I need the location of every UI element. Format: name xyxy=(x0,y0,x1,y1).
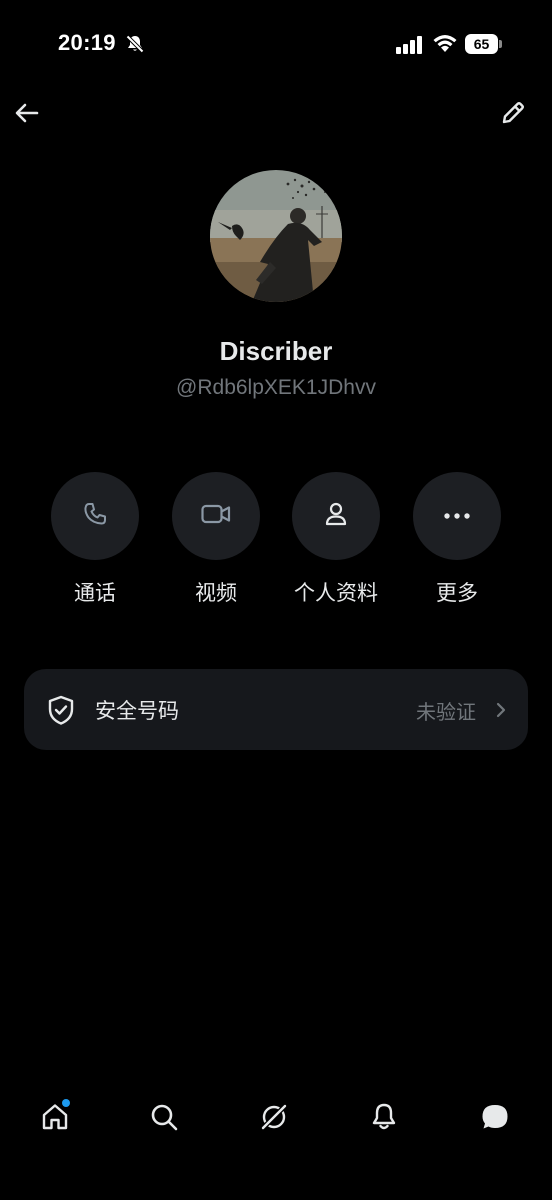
call-button[interactable]: 通话 xyxy=(35,472,155,607)
bottom-nav xyxy=(0,1085,552,1155)
display-name: Discriber xyxy=(219,336,333,366)
cellular-signal-icon xyxy=(396,36,424,54)
nav-search[interactable] xyxy=(144,1099,184,1139)
verification-status: 未验证 xyxy=(416,702,476,724)
search-icon xyxy=(148,1101,180,1138)
battery-level: 65 xyxy=(465,34,498,54)
back-button[interactable] xyxy=(7,95,47,135)
bell-slash-icon xyxy=(125,34,145,54)
video-label: 视频 xyxy=(195,582,237,605)
battery-tip xyxy=(499,40,502,48)
video-camera-icon xyxy=(200,500,232,533)
more-dots-icon xyxy=(443,507,471,525)
more-label: 更多 xyxy=(436,582,478,605)
bell-icon xyxy=(368,1101,400,1138)
person-icon xyxy=(322,500,350,533)
profile-label: 个人资料 xyxy=(294,582,378,605)
grok-icon xyxy=(258,1101,290,1138)
avatar[interactable] xyxy=(210,170,342,302)
security-number-label: 安全号码 xyxy=(95,700,179,723)
nav-notifications[interactable] xyxy=(364,1099,404,1139)
video-button-circle[interactable] xyxy=(172,472,260,560)
status-bar: 20:19 65 xyxy=(0,0,552,90)
security-number-row[interactable]: 安全号码 未验证 xyxy=(24,669,528,750)
more-button[interactable]: 更多 xyxy=(397,472,517,607)
messages-icon xyxy=(479,1101,511,1138)
nav-messages[interactable] xyxy=(475,1099,515,1139)
battery-icon: 65 xyxy=(465,34,503,54)
nav-grok[interactable] xyxy=(254,1099,294,1139)
phone-icon xyxy=(81,500,109,533)
action-row: 通话 视频 个人资料 更多 xyxy=(0,472,552,612)
call-button-circle[interactable] xyxy=(51,472,139,560)
status-time: 20:19 xyxy=(58,30,116,55)
profile-button-circle[interactable] xyxy=(292,472,380,560)
arrow-left-icon xyxy=(13,99,41,132)
chevron-right-icon xyxy=(494,698,508,722)
more-button-circle[interactable] xyxy=(413,472,501,560)
user-handle: @Rdb6lpXEK1JDhvv xyxy=(176,376,376,399)
video-button[interactable]: 视频 xyxy=(156,472,276,607)
pencil-icon xyxy=(499,99,527,132)
edit-button[interactable] xyxy=(493,95,533,135)
shield-check-icon xyxy=(46,694,76,726)
call-label: 通话 xyxy=(74,582,116,605)
profile-button[interactable]: 个人资料 xyxy=(276,472,396,607)
wifi-icon xyxy=(432,33,458,53)
home-notification-dot xyxy=(62,1099,70,1107)
